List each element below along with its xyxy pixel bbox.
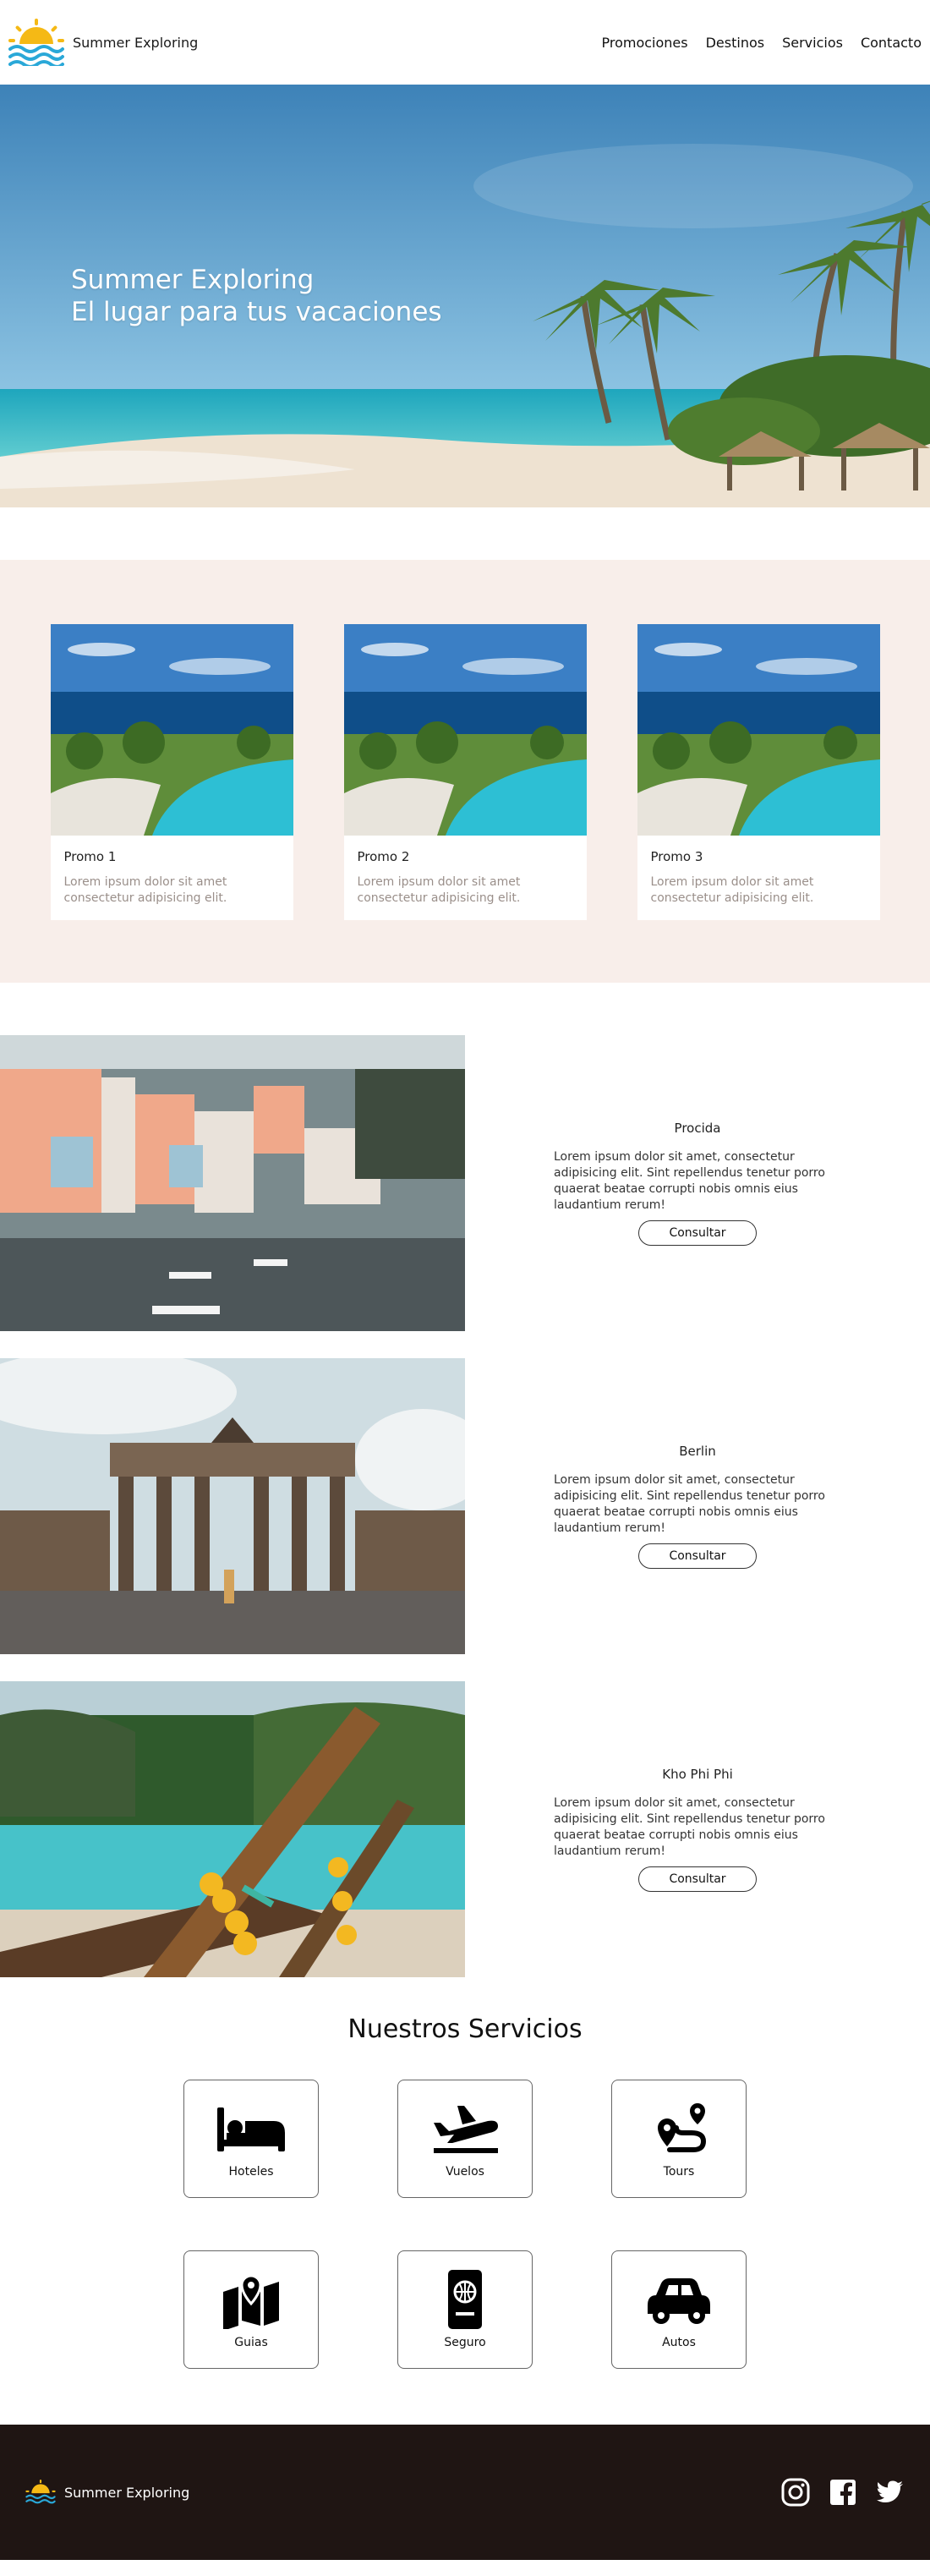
passport-icon xyxy=(448,2270,482,2329)
destination-row: Kho Phi Phi Lorem ipsum dolor sit amet, … xyxy=(0,1681,930,1977)
site-footer: Summer Exploring xyxy=(0,2425,930,2560)
hero-subtitle: El lugar para tus vacaciones xyxy=(71,297,442,327)
main-nav: Promociones Destinos Servicios Contacto xyxy=(602,35,922,51)
plane-icon xyxy=(434,2106,498,2153)
services-title: Nuestros Servicios xyxy=(347,2014,583,2044)
sun-waves-logo-icon xyxy=(25,2480,56,2504)
destination-text: Lorem ipsum dolor sit amet, consectetur … xyxy=(554,1796,825,1858)
site-header: Summer Exploring Promociones Destinos Se… xyxy=(0,0,930,85)
services-grid: Hoteles Vuelos Tours Guias Seguro Autos xyxy=(183,2080,747,2369)
nav-promociones[interactable]: Promociones xyxy=(602,35,688,51)
social-links xyxy=(781,2478,905,2507)
service-label: Seguro xyxy=(444,2336,486,2349)
consult-button[interactable]: Consultar xyxy=(638,1543,757,1569)
map-icon xyxy=(223,2274,279,2329)
procida-village-image xyxy=(0,1035,465,1331)
car-icon xyxy=(648,2278,710,2324)
instagram-icon[interactable] xyxy=(781,2478,810,2507)
destination-title: Procida xyxy=(674,1121,721,1136)
service-label: Guias xyxy=(234,2336,268,2349)
hero-title: Summer Exploring xyxy=(71,265,315,295)
service-card-hoteles[interactable]: Hoteles xyxy=(183,2080,319,2198)
brandenburg-gate-image xyxy=(0,1358,465,1654)
service-card-tours[interactable]: Tours xyxy=(611,2080,747,2198)
promo-title: Promo 2 xyxy=(357,849,410,864)
nav-destinos[interactable]: Destinos xyxy=(706,35,764,51)
bed-icon xyxy=(217,2107,285,2151)
promo-text: Lorem ipsum dolor sit amet consectetur a… xyxy=(63,875,227,905)
twitter-icon[interactable] xyxy=(876,2478,905,2507)
service-card-vuelos[interactable]: Vuelos xyxy=(397,2080,533,2198)
hero-heading: Summer Exploring El lugar para tus vacac… xyxy=(71,264,442,328)
route-icon xyxy=(658,2103,707,2152)
service-card-seguro[interactable]: Seguro xyxy=(397,2250,533,2369)
sun-waves-logo-icon xyxy=(8,19,64,66)
footer-brand[interactable]: Summer Exploring xyxy=(25,2480,189,2505)
resort-pool-image xyxy=(343,624,587,836)
services-section: Nuestros Servicios Hoteles Vuelos Tours … xyxy=(0,2004,930,2369)
hero-banner: Summer Exploring El lugar para tus vacac… xyxy=(0,85,930,507)
promo-title: Promo 3 xyxy=(650,849,703,864)
brand[interactable]: Summer Exploring xyxy=(8,19,198,66)
destination-row: Procida Lorem ipsum dolor sit amet, cons… xyxy=(0,1035,930,1331)
service-label: Autos xyxy=(662,2336,696,2349)
destination-text: Lorem ipsum dolor sit amet, consectetur … xyxy=(554,1473,825,1535)
footer-brand-name: Summer Exploring xyxy=(64,2484,190,2501)
promo-title: Promo 1 xyxy=(63,849,117,864)
promo-card[interactable]: Promo 1 Lorem ipsum dolor sit amet conse… xyxy=(50,624,293,920)
promo-text: Lorem ipsum dolor sit amet consectetur a… xyxy=(357,875,521,905)
consult-button[interactable]: Consultar xyxy=(638,1220,757,1246)
kho-phi-phi-boat-image xyxy=(0,1681,465,1977)
destination-row: Berlin Lorem ipsum dolor sit amet, conse… xyxy=(0,1358,930,1654)
destinations-section: Procida Lorem ipsum dolor sit amet, cons… xyxy=(0,1035,930,1977)
service-label: Vuelos xyxy=(446,2165,484,2179)
promo-text: Lorem ipsum dolor sit amet consectetur a… xyxy=(650,875,814,905)
resort-pool-image xyxy=(637,624,880,836)
destination-text: Lorem ipsum dolor sit amet, consectetur … xyxy=(554,1150,825,1212)
promo-card[interactable]: Promo 3 Lorem ipsum dolor sit amet conse… xyxy=(637,624,880,920)
service-label: Tours xyxy=(663,2165,695,2179)
destination-title: Kho Phi Phi xyxy=(662,1767,733,1782)
nav-servicios[interactable]: Servicios xyxy=(782,35,843,51)
service-card-autos[interactable]: Autos xyxy=(611,2250,747,2369)
service-card-guias[interactable]: Guias xyxy=(183,2250,319,2369)
consult-button[interactable]: Consultar xyxy=(638,1866,757,1892)
service-label: Hoteles xyxy=(228,2165,274,2179)
destination-title: Berlin xyxy=(679,1444,716,1459)
brand-name: Summer Exploring xyxy=(73,34,199,51)
facebook-icon[interactable] xyxy=(829,2478,857,2507)
promotions-section: Promo 1 Lorem ipsum dolor sit amet conse… xyxy=(0,560,930,983)
nav-contacto[interactable]: Contacto xyxy=(861,35,922,51)
promo-card[interactable]: Promo 2 Lorem ipsum dolor sit amet conse… xyxy=(343,624,587,920)
resort-pool-image xyxy=(50,624,293,836)
